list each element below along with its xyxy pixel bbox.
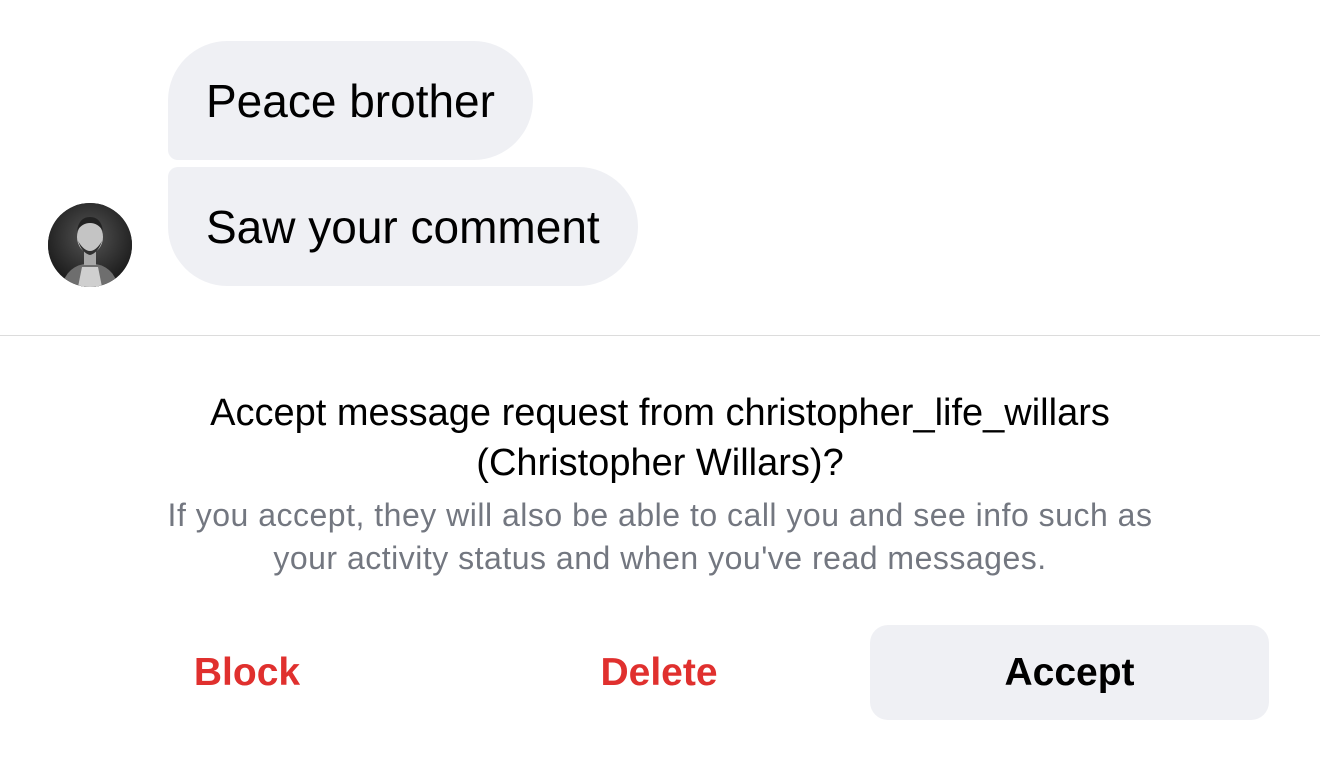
accept-button-label: Accept (1004, 650, 1135, 694)
message-text: Peace brother (206, 74, 495, 127)
request-title-line: (Christopher Willars)? (476, 442, 844, 484)
block-button[interactable]: Block (48, 625, 446, 720)
message-thread: Peace brother Saw your comment (0, 0, 1320, 335)
avatar[interactable] (48, 203, 132, 287)
delete-button[interactable]: Delete (460, 625, 858, 720)
request-title: Accept message request from christopher_… (60, 388, 1260, 488)
block-button-label: Block (193, 650, 301, 694)
request-actions: Block Delete Accept (0, 625, 1320, 720)
message-bubble[interactable]: Peace brother (168, 41, 533, 160)
message-bubble[interactable]: Saw your comment (168, 167, 638, 286)
message-text: Saw your comment (206, 200, 600, 253)
profile-photo-icon (48, 203, 132, 287)
request-description-line: If you accept, they will also be able to… (167, 497, 1153, 533)
request-description: If you accept, they will also be able to… (60, 494, 1260, 580)
request-title-line: Accept message request from christopher_… (210, 392, 1110, 434)
accept-button[interactable]: Accept (870, 625, 1269, 720)
message-request-panel: Accept message request from christopher_… (0, 336, 1320, 769)
delete-button-label: Delete (600, 650, 718, 694)
request-description-line: your activity status and when you've rea… (273, 540, 1047, 576)
